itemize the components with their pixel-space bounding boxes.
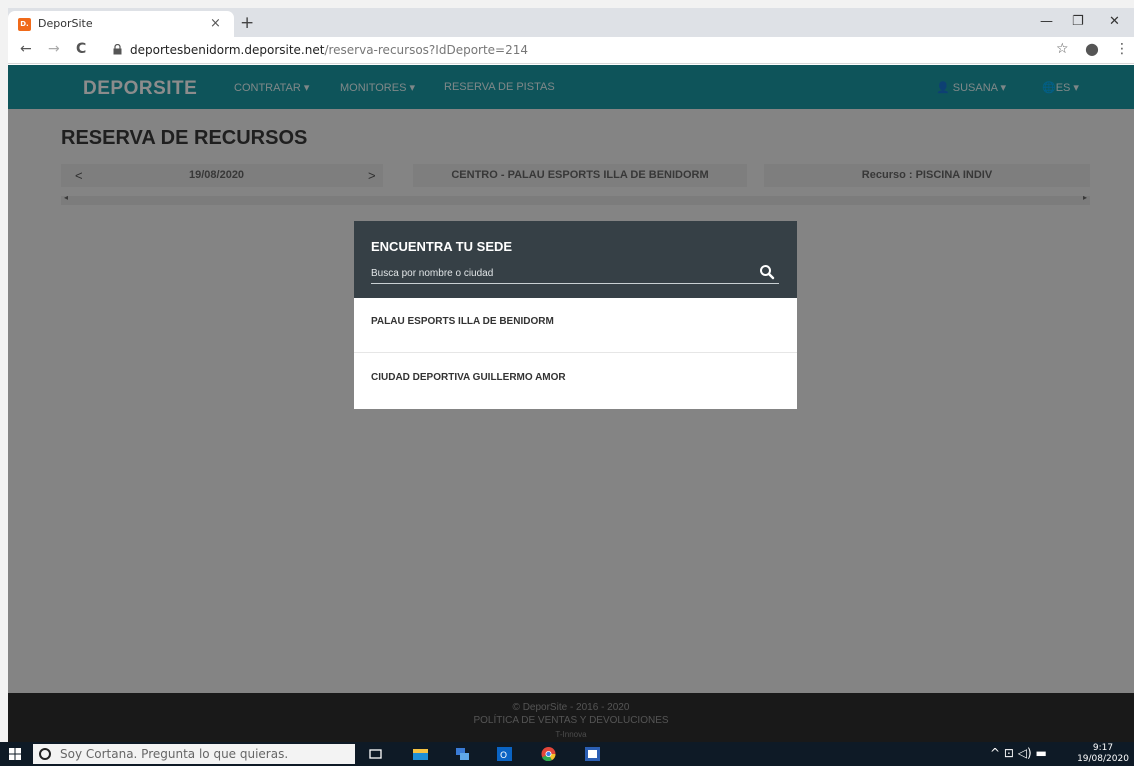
modal-title: ENCUENTRA TU SEDE (371, 239, 513, 254)
cortana-icon (39, 748, 51, 760)
browser-menu-icon[interactable]: ⋮ (1115, 41, 1129, 57)
tab-deporsite[interactable]: D. DeporSite × (8, 11, 234, 37)
browser-window: D. DeporSite × + — ❐ ✕ ← → C deportesben… (8, 8, 1134, 742)
venue-item-palau-esports[interactable]: PALAU ESPORTS ILLA DE BENIDORM (354, 298, 797, 353)
venue-finder-modal: ENCUENTRA TU SEDE PALAU ESPORTS ILLA DE … (354, 221, 797, 409)
venue-label: PALAU ESPORTS ILLA DE BENIDORM (371, 316, 554, 327)
windows-start-icon[interactable] (9, 748, 21, 760)
window-close-button[interactable]: ✕ (1109, 14, 1120, 29)
lock-icon (113, 44, 122, 55)
profile-icon[interactable]: ● (1085, 39, 1099, 58)
address-bar[interactable]: deportesbenidorm.deporsite.net/reserva-r… (105, 40, 985, 61)
new-tab-button[interactable]: + (240, 13, 254, 33)
svg-text:O: O (500, 751, 507, 761)
url-path: /reserva-recursos?IdDeporte=214 (324, 43, 529, 57)
forward-button[interactable]: → (48, 41, 60, 57)
url-text: deportesbenidorm.deporsite.net/reserva-r… (130, 43, 528, 57)
task-view-icon[interactable] (368, 747, 383, 761)
outlook-icon[interactable]: O (497, 747, 512, 761)
favicon-icon: D. (18, 18, 31, 31)
word-icon[interactable] (585, 747, 600, 761)
chrome-icon[interactable] (541, 747, 556, 761)
taskbar-clock[interactable]: 9:17 19/08/2020 (1075, 743, 1131, 765)
clock-date: 19/08/2020 (1077, 754, 1129, 764)
back-button[interactable]: ← (20, 41, 32, 57)
modal-header: ENCUENTRA TU SEDE (354, 221, 797, 298)
clock-time: 9:17 (1092, 743, 1114, 753)
minimize-button[interactable]: — (1040, 14, 1053, 29)
browser-toolbar: ← → C deportesbenidorm.deporsite.net/res… (8, 37, 1134, 64)
file-explorer-icon[interactable] (413, 747, 428, 761)
venue-item-ciudad-deportiva[interactable]: CIUDAD DEPORTIVA GUILLERMO AMOR (354, 354, 797, 409)
url-host: deportesbenidorm.deporsite.net (130, 43, 325, 57)
system-tray[interactable]: ^ ⊡ ◁) ▬ (990, 746, 1047, 760)
tab-strip: D. DeporSite × + — ❐ ✕ (8, 8, 1134, 37)
reload-button[interactable]: C (76, 41, 86, 57)
web-page: DEPORSITE CONTRATAR ▾ MONITORES ▾ RESERV… (8, 65, 1134, 742)
tab-close-icon[interactable]: × (210, 16, 221, 31)
bookmark-star-icon[interactable]: ☆ (1056, 41, 1069, 57)
cortana-placeholder: Soy Cortana. Pregunta lo que quieras. (60, 747, 289, 761)
venue-label: CIUDAD DEPORTIVA GUILLERMO AMOR (371, 372, 566, 383)
cortana-search-box[interactable]: Soy Cortana. Pregunta lo que quieras. (33, 744, 355, 764)
maximize-button[interactable]: ❐ (1072, 14, 1084, 29)
search-icon[interactable] (759, 264, 775, 280)
tab-title: DeporSite (38, 17, 93, 30)
venue-search-input[interactable] (371, 264, 779, 284)
desktop-screen: D. DeporSite × + — ❐ ✕ ← → C deportesben… (0, 0, 1134, 766)
network-app-icon[interactable] (455, 747, 470, 761)
windows-taskbar: Soy Cortana. Pregunta lo que quieras. O … (0, 742, 1134, 766)
